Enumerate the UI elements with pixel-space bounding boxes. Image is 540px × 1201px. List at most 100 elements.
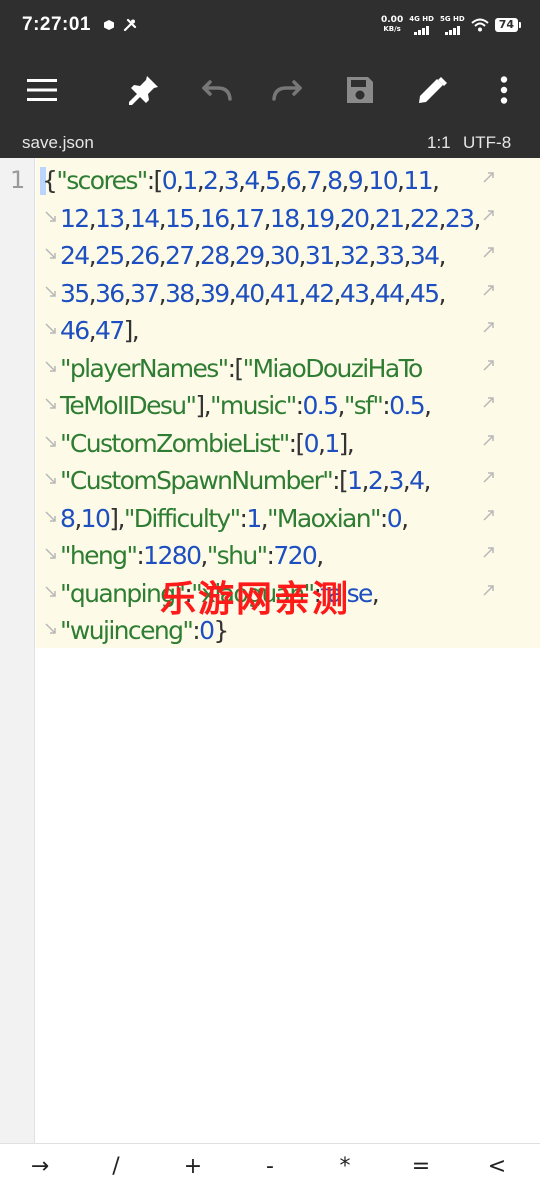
wrap-continue-icon — [45, 360, 56, 372]
tools-icon — [123, 18, 137, 32]
code-token: 0 — [386, 503, 403, 533]
code-token: 45 — [409, 278, 440, 308]
code-token: 34 — [409, 241, 440, 270]
code-token: 11 — [403, 166, 433, 195]
more-icon — [500, 76, 508, 104]
code-visual-line: "CustomSpawnNumber":[1,2,3,4, — [36, 462, 540, 500]
signal-bars-icon — [414, 23, 430, 35]
code-token: 23 — [444, 203, 475, 233]
code-token: : — [379, 503, 388, 533]
code-token: "Difficulty" — [123, 503, 241, 533]
undo-icon — [202, 80, 232, 101]
code-token: 33 — [374, 241, 405, 270]
code-token: 24 — [60, 241, 90, 270]
code-token: 46 — [60, 316, 90, 345]
menu-button[interactable] — [14, 50, 70, 130]
code-token: , — [316, 541, 324, 570]
code-token: 6 — [285, 166, 302, 195]
code-token: 22 — [409, 203, 440, 233]
code-token: 0 — [303, 428, 320, 458]
code-token: 16 — [199, 203, 230, 233]
symbol-key[interactable]: + — [163, 1154, 223, 1179]
code-token: 47 — [94, 316, 125, 345]
code-token: 38 — [164, 278, 195, 308]
code-visual-line: 8,10],"Difficulty":1,"Maoxian":0, — [36, 500, 540, 538]
code-token: , — [371, 578, 380, 608]
code-token: 15 — [164, 203, 195, 233]
symbol-key[interactable]: - — [240, 1154, 300, 1179]
more-options-button[interactable] — [476, 50, 532, 130]
code-token: 31 — [304, 241, 335, 270]
code-token: ], — [109, 503, 125, 533]
code-token: 4 — [244, 166, 260, 195]
status-right-group: 0.00 KB/s 4G HD 5G HD 74 — [381, 15, 522, 35]
wrap-break-icon — [483, 547, 494, 558]
code-token: :[ — [332, 466, 349, 495]
code-line-text: "heng":1280,"shu":720, — [60, 537, 324, 575]
code-token: 0.5 — [302, 391, 339, 420]
hexagon-icon — [104, 20, 114, 30]
code-token: "heng" — [60, 541, 138, 570]
edit-button[interactable] — [404, 50, 460, 130]
symbol-key[interactable]: * — [315, 1154, 375, 1179]
code-token: 36 — [94, 278, 125, 308]
wrap-break-icon — [483, 247, 494, 258]
save-button[interactable] — [332, 50, 388, 130]
sim2-signal: 5G HD — [440, 15, 465, 35]
wrap-continue-icon — [45, 210, 56, 222]
code-token: 21 — [374, 203, 405, 233]
code-line-text: "playerNames":["MiaoDouziHaTo — [60, 350, 423, 388]
code-visual-line: 24,25,26,27,28,29,30,31,32,33,34, — [36, 237, 540, 275]
code-token: 26 — [129, 241, 160, 270]
code-token: "sf" — [343, 391, 384, 420]
battery-indicator: 74 — [494, 18, 522, 32]
watermark-text: 乐游网亲测 — [160, 579, 351, 620]
code-token: 8 — [60, 503, 76, 533]
symbol-key[interactable]: → — [10, 1154, 70, 1179]
code-token: "playerNames" — [60, 353, 229, 383]
code-line-text: {"scores":[0,1,2,3,4,5,6,7,8,9,10,11, — [42, 162, 440, 200]
code-token: TeMoIIDesu" — [60, 391, 197, 420]
cursor-position: 1:1 — [427, 133, 451, 152]
symbol-key[interactable]: / — [86, 1154, 146, 1179]
code-token: 7 — [306, 166, 322, 195]
file-encoding[interactable]: UTF-8 — [463, 133, 511, 153]
symbol-key[interactable]: = — [391, 1154, 451, 1179]
signal-bars-icon — [444, 23, 460, 35]
code-token: 43 — [339, 278, 370, 308]
menu-icon — [27, 79, 57, 101]
code-visual-line: 35,36,37,38,39,40,41,42,43,44,45, — [36, 275, 540, 313]
symbol-key[interactable]: < — [467, 1154, 527, 1179]
sim1-signal: 4G HD — [409, 15, 434, 35]
wrap-continue-icon — [45, 473, 56, 484]
line-number: 1 — [10, 166, 26, 194]
code-token: 720 — [273, 541, 318, 570]
wrap-continue-icon — [45, 285, 56, 297]
code-visual-line: 12,13,14,15,16,17,18,19,20,21,22,23, — [36, 200, 540, 238]
code-token: ], — [123, 316, 140, 345]
code-token: "music" — [209, 391, 297, 420]
code-visual-line: TeMoIIDesu"],"music":0.5,"sf":0.5, — [36, 387, 540, 425]
code-token: , — [401, 503, 409, 533]
undo-button[interactable] — [188, 50, 244, 130]
code-token: 1 — [324, 428, 340, 458]
code-visual-line: 46,47], — [36, 312, 540, 350]
code-token: "shu" — [206, 541, 268, 570]
redo-button[interactable] — [260, 50, 316, 130]
line-number-gutter: 1 — [0, 158, 35, 1143]
wrap-break-icon — [483, 359, 494, 371]
code-line-text: "CustomZombieList":[0,1], — [60, 425, 355, 463]
wrap-break-icon — [483, 322, 494, 333]
wrap-break-icon — [483, 472, 494, 483]
code-token: ], — [195, 391, 211, 420]
code-token: "scores" — [56, 166, 148, 195]
code-token: 13 — [94, 203, 125, 233]
pin-button[interactable] — [116, 50, 172, 130]
code-token: 39 — [199, 278, 230, 308]
edit-icon — [419, 77, 447, 103]
save-icon — [347, 77, 373, 103]
symbol-key-bar: → / + - * = < — [0, 1143, 540, 1201]
wrap-break-icon — [483, 509, 494, 521]
code-token: 1280 — [143, 541, 202, 570]
code-visual-line: {"scores":[0,1,2,3,4,5,6,7,8,9,10,11, — [36, 162, 540, 200]
